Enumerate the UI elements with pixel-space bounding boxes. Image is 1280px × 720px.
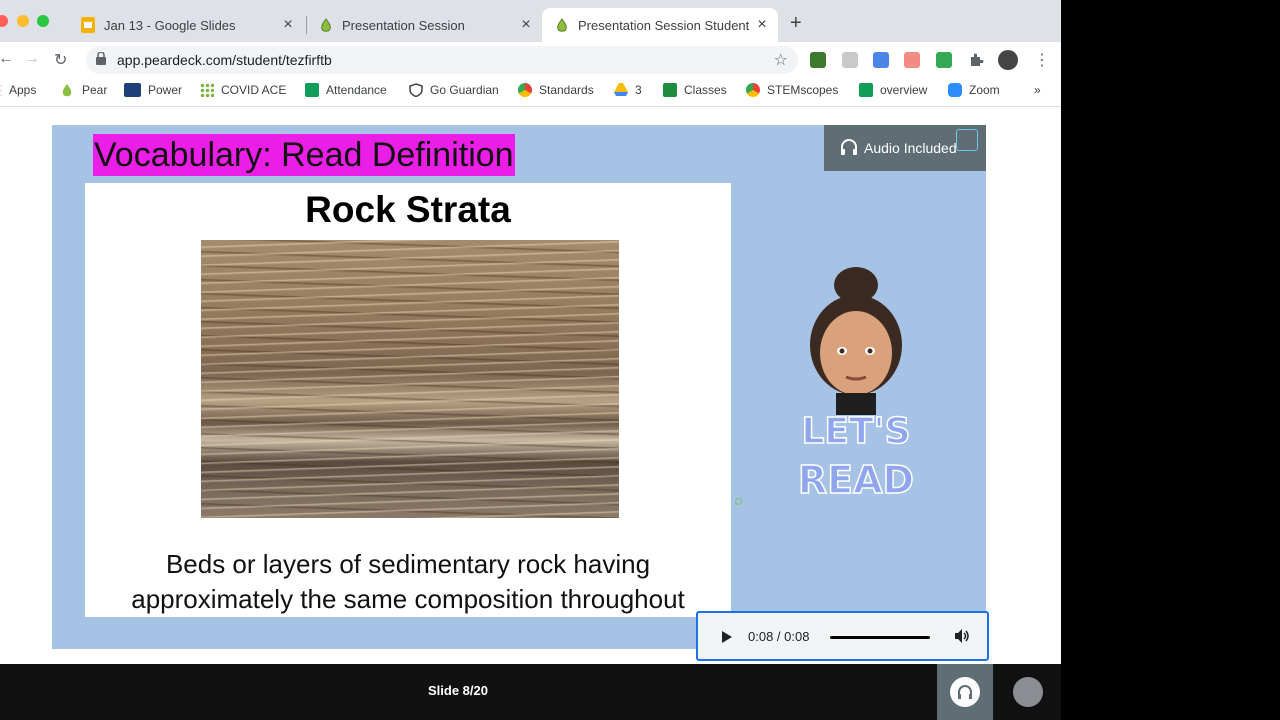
resize-handle [735,498,742,505]
bookmark-attendance[interactable]: Attendance [305,83,387,97]
presentation-footer: Slide 8/20 [0,664,1061,720]
tab-presentation-session-student[interactable]: Presentation Session Student × [542,8,778,42]
bookmark-label: overview [880,83,928,97]
vocabulary-card: Rock Strata Beds or layers of sedimentar… [85,183,731,617]
notes-icon [1013,677,1043,707]
play-icon[interactable] [722,630,732,648]
audio-badge-label: Audio Included [864,140,957,156]
browser-toolbar: ← → ↻ app.peardeck.com/student/tezfirftb… [0,42,1061,78]
bookmark-label: Standards [539,83,594,97]
notes-button[interactable] [1000,664,1056,720]
sticker-text: LET'S [801,411,910,452]
bookmarks-bar: Apps Pear Power COVID ACE Attendance Go … [0,78,1061,107]
bookmark-label: Pear [82,83,108,97]
definition-line: Beds or layers of sedimentary rock havin… [165,549,651,579]
lock-icon [96,51,106,70]
address-bar[interactable]: app.peardeck.com/student/tezfirftb ☆ [86,46,798,74]
rock-strata-image [201,240,619,518]
new-tab-icon[interactable]: + [790,12,802,35]
minimize-window-button[interactable] [17,15,29,27]
bookmark-star-icon[interactable]: ☆ [774,50,788,70]
browser-window: Jan 13 - Google Slides × Presentation Se… [0,0,1061,720]
puzzle-icon[interactable] [968,52,984,68]
bookmark-apps[interactable]: Apps [0,83,36,97]
sis-icon [124,83,141,97]
extension-icon[interactable] [904,52,920,68]
definition-line: approximately the same composition throu… [131,584,685,614]
profile-avatar[interactable] [998,50,1018,70]
google-sheets-icon [305,83,319,97]
url-text: app.peardeck.com/student/tezfirftb [117,52,332,68]
bookmark-standards[interactable]: Standards [518,83,594,97]
tab-title: Presentation Session Student [578,17,750,33]
vocabulary-term: Rock Strata [305,189,511,230]
bookmark-covid-ace[interactable]: COVID ACE [200,83,286,97]
bookmark-stemscopes[interactable]: STEMscopes [746,83,838,97]
bookmarks-overflow-icon[interactable]: » [1034,83,1041,97]
tab-presentation-session[interactable]: Presentation Session × [306,8,542,42]
bookmark-go-guardian[interactable]: Go Guardian [409,83,499,98]
headphones-icon [950,677,980,707]
bookmark-overview[interactable]: overview [859,83,927,97]
chrome-icon [518,83,532,97]
menu-icon[interactable]: ⋮ [1034,50,1050,70]
close-tab-icon[interactable]: × [752,16,772,34]
expand-icon[interactable] [956,129,978,151]
chrome-icon [746,83,760,97]
close-tab-icon[interactable]: × [278,16,298,34]
google-drive-icon [614,83,628,97]
dots-icon [200,83,214,97]
tab-google-slides[interactable]: Jan 13 - Google Slides × [68,8,304,42]
extension-icon[interactable] [842,52,858,68]
lets-read-sticker: LET'S READ [796,265,916,505]
extension-icon[interactable] [810,52,826,68]
bookmark-power[interactable]: Power [124,83,182,97]
bookmark-label: 3 [635,83,642,97]
google-translate-icon[interactable] [873,52,889,68]
vocabulary-definition: Beds or layers of sedimentary rock havin… [85,547,731,617]
zoom-icon [948,83,962,97]
pear-icon [554,17,570,33]
bookmark-classes[interactable]: Classes [663,83,727,97]
slide: Vocabulary: Read Definition Rock Strata … [52,125,986,649]
bookmark-label: Attendance [326,83,387,97]
bookmark-label: Apps [9,83,37,97]
headphones-icon [840,138,858,158]
bookmark-label: Go Guardian [430,83,499,97]
pear-deck-student-view: Vocabulary: Read Definition Rock Strata … [0,107,1061,664]
maximize-window-button[interactable] [37,15,49,27]
bookmark-3[interactable]: 3 [614,83,642,97]
slide-counter: Slide 8/20 [428,683,488,698]
shield-icon [409,83,423,98]
slide-title: Vocabulary: Read Definition [93,134,515,176]
bookmark-label: COVID ACE [221,83,287,97]
extension-icon[interactable] [936,52,952,68]
audio-time: 0:08 / 0:08 [748,629,810,644]
bookmark-label: Power [148,83,183,97]
volume-icon[interactable] [954,628,970,649]
bookmark-label: STEMscopes [767,83,839,97]
bookmark-label: Zoom [969,83,1000,97]
bookmark-pear[interactable]: Pear [61,83,107,97]
google-sheets-icon [859,83,873,97]
reload-icon[interactable]: ↻ [54,50,67,70]
audio-player: 0:08 / 0:08 [696,611,989,661]
sticker-text: READ [798,458,914,502]
tab-strip: Jan 13 - Google Slides × Presentation Se… [0,0,1061,42]
close-window-button[interactable] [0,15,8,27]
google-slides-icon [80,17,96,33]
close-tab-icon[interactable]: × [516,16,536,34]
bookmark-label: Classes [684,83,727,97]
back-icon[interactable]: ← [0,50,14,68]
pear-icon [318,17,334,33]
tab-title: Jan 13 - Google Slides [104,17,236,33]
google-classroom-icon [663,83,677,97]
audio-progress-slider[interactable] [830,636,930,639]
forward-icon[interactable]: → [24,50,40,68]
pear-icon [61,83,75,97]
tab-title: Presentation Session [342,17,465,33]
apps-grid-icon [0,83,2,97]
audio-button[interactable] [937,664,993,720]
bookmark-zoom[interactable]: Zoom [948,83,1000,97]
